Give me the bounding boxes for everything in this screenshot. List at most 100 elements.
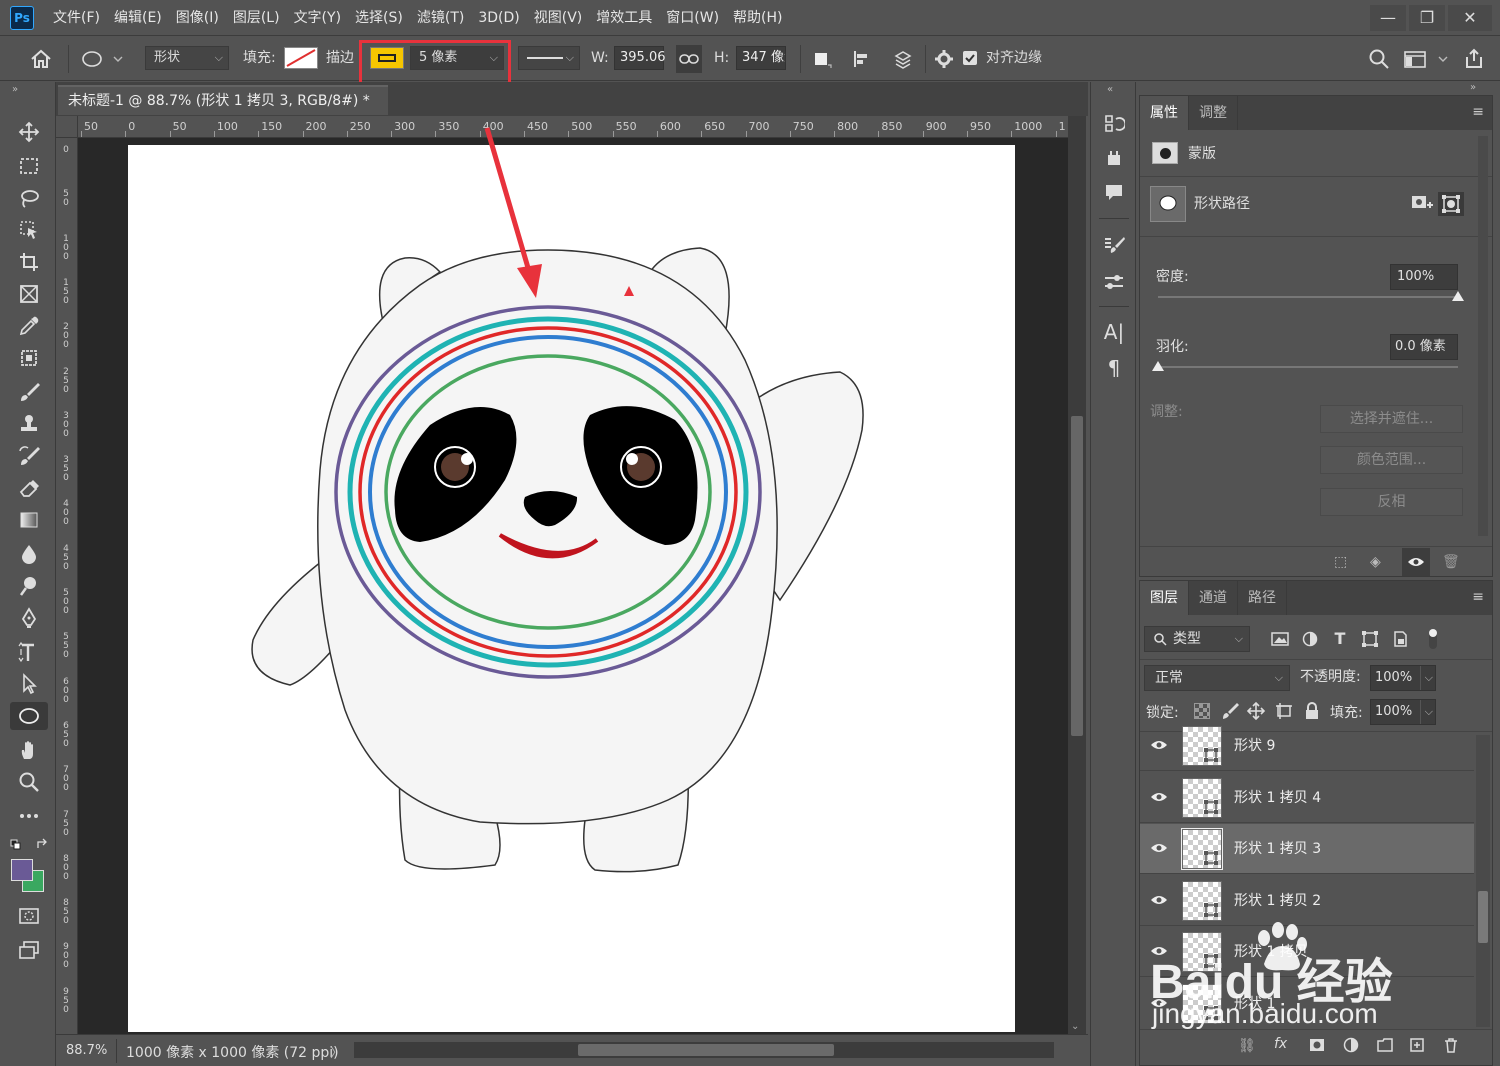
invert-button[interactable]: 反相 (1320, 488, 1463, 516)
ruler-origin[interactable] (56, 116, 78, 138)
adjustments-sliders-icon[interactable] (1099, 268, 1129, 296)
path-operations-icon[interactable] (810, 46, 834, 72)
filter-adjustment-icon[interactable] (1300, 629, 1320, 649)
filter-pixel-icon[interactable] (1270, 629, 1290, 649)
workspace-icon[interactable] (1402, 46, 1448, 72)
add-mask-icon[interactable] (1410, 192, 1434, 216)
new-group-icon[interactable] (1376, 1036, 1394, 1058)
add-mask-icon[interactable] (1308, 1036, 1326, 1058)
lock-all-icon[interactable] (1302, 701, 1322, 721)
tab-properties[interactable]: 属性 (1140, 96, 1189, 130)
link-layers-icon[interactable]: ⛓ (1238, 1038, 1256, 1054)
restore-button[interactable]: ❐ (1409, 4, 1445, 31)
status-menu-arrow[interactable]: 〉 (330, 1042, 343, 1061)
lock-position-icon[interactable] (1246, 701, 1266, 721)
delete-mask-icon[interactable]: 🗑 (1442, 554, 1464, 572)
menu-file[interactable]: 文件(F) (46, 0, 107, 36)
menu-plugins[interactable]: 增效工具 (589, 0, 659, 36)
layer-thumbnail[interactable] (1182, 726, 1222, 766)
eye-icon[interactable] (1150, 790, 1168, 804)
layer-filter-select[interactable]: 类型 ⌵ (1144, 626, 1250, 652)
more-tools-icon[interactable] (14, 802, 44, 830)
align-edges-checkbox[interactable] (963, 51, 977, 65)
layer-row[interactable]: 形状 1 (1140, 979, 1474, 1028)
frame-tool-icon[interactable] (14, 280, 44, 308)
eye-icon[interactable] (1150, 996, 1168, 1010)
filter-toggle[interactable] (1426, 627, 1440, 651)
vertical-scrollbar[interactable]: ⌄ (1068, 116, 1086, 1034)
layer-thumbnail[interactable] (1182, 777, 1222, 818)
menu-window[interactable]: 窗口(W) (659, 0, 726, 36)
menu-type[interactable]: 文字(Y) (287, 0, 348, 36)
lock-pixels-icon[interactable] (1220, 701, 1240, 721)
collapse-dock-icon[interactable]: « (1107, 84, 1113, 95)
gradient-tool-icon[interactable] (14, 506, 44, 534)
history-brush-tool-icon[interactable] (14, 442, 44, 470)
menu-image[interactable]: 图像(I) (169, 0, 226, 36)
history-panel-icon[interactable] (1099, 110, 1129, 138)
feather-slider[interactable] (1152, 361, 1458, 371)
lock-transparency-icon[interactable] (1194, 703, 1210, 719)
ellipse-tool-icon[interactable] (10, 702, 48, 730)
pixel-mask-icon[interactable] (1152, 142, 1178, 164)
feather-field[interactable]: 0.0 像素 (1390, 334, 1458, 360)
lock-artboard-icon[interactable] (1274, 701, 1294, 721)
menu-view[interactable]: 视图(V) (527, 0, 590, 36)
density-slider[interactable] (1158, 291, 1464, 301)
path-arrangement-icon[interactable] (890, 46, 916, 72)
expand-panels-icon[interactable]: » (1470, 82, 1476, 93)
filter-shape-icon[interactable] (1360, 629, 1380, 649)
stroke-type-select[interactable]: ⌵ (518, 46, 580, 70)
eye-icon[interactable] (1150, 841, 1168, 855)
layer-row[interactable]: 形状 1 拷贝 (1140, 927, 1474, 977)
document-canvas[interactable] (128, 145, 1015, 1032)
menu-3d[interactable]: 3D(D) (471, 0, 526, 36)
ellipse-tool-preset-icon[interactable] (78, 45, 124, 73)
vector-mask-select-icon[interactable] (1438, 192, 1464, 216)
eyedropper-tool-icon[interactable] (14, 312, 44, 340)
comments-panel-icon[interactable] (1099, 178, 1129, 206)
layers-scroll-thumb[interactable] (1478, 891, 1488, 943)
menu-filter[interactable]: 滤镜(T) (410, 0, 471, 36)
dodge-tool-icon[interactable] (14, 572, 44, 600)
delete-layer-icon[interactable] (1442, 1036, 1460, 1058)
opacity-field[interactable]: 100% ⌵ (1370, 665, 1436, 691)
layer-thumbnail[interactable] (1182, 932, 1222, 972)
layer-row[interactable]: 形状 9 (1140, 721, 1474, 771)
zoom-tool-icon[interactable] (14, 768, 44, 796)
height-field[interactable]: 347 像素 (736, 46, 786, 70)
tab-channels[interactable]: 通道 (1189, 581, 1238, 615)
lasso-tool-icon[interactable] (14, 184, 44, 212)
mask-visibility-icon[interactable] (1402, 548, 1430, 576)
fill-swatch[interactable] (284, 47, 318, 69)
object-selection-tool-icon[interactable] (14, 216, 44, 244)
healing-brush-tool-icon[interactable] (14, 344, 44, 372)
eye-icon[interactable] (1150, 944, 1168, 958)
hand-tool-icon[interactable] (14, 736, 44, 764)
tab-layers[interactable]: 图层 (1140, 581, 1189, 615)
zoom-level[interactable]: 88.7% (66, 1043, 107, 1058)
document-tab[interactable]: 未标题-1 @ 88.7% (形状 1 拷贝 3, RGB/8#) * × (58, 85, 388, 137)
link-icon[interactable] (676, 45, 702, 73)
gear-icon[interactable] (932, 46, 956, 72)
tool-mode-select[interactable]: 形状 ⌵ (145, 46, 229, 70)
layer-thumbnail[interactable] (1181, 828, 1223, 870)
layers-scrollbar[interactable] (1476, 735, 1490, 1027)
search-icon[interactable] (1366, 46, 1392, 72)
feather-slider-thumb[interactable] (1152, 361, 1164, 371)
clone-stamp-tool-icon[interactable] (14, 410, 44, 438)
new-layer-icon[interactable] (1408, 1036, 1426, 1058)
blur-tool-icon[interactable] (14, 540, 44, 568)
scroll-thumb[interactable] (1071, 416, 1083, 736)
home-icon[interactable] (26, 45, 56, 73)
menu-layer[interactable]: 图层(L) (226, 0, 287, 36)
blend-mode-select[interactable]: 正常 ⌵ (1144, 665, 1290, 691)
h-scroll-thumb[interactable] (578, 1044, 834, 1056)
character-panel-icon[interactable]: A| (1099, 318, 1129, 346)
select-and-mask-button[interactable]: 选择并遮住... (1320, 405, 1463, 433)
eye-icon[interactable] (1150, 893, 1168, 907)
paragraph-panel-icon[interactable]: ¶ (1099, 354, 1129, 382)
filter-smart-object-icon[interactable] (1390, 629, 1410, 649)
menu-edit[interactable]: 编辑(E) (107, 0, 169, 36)
width-field[interactable]: 395.06 (614, 46, 666, 70)
